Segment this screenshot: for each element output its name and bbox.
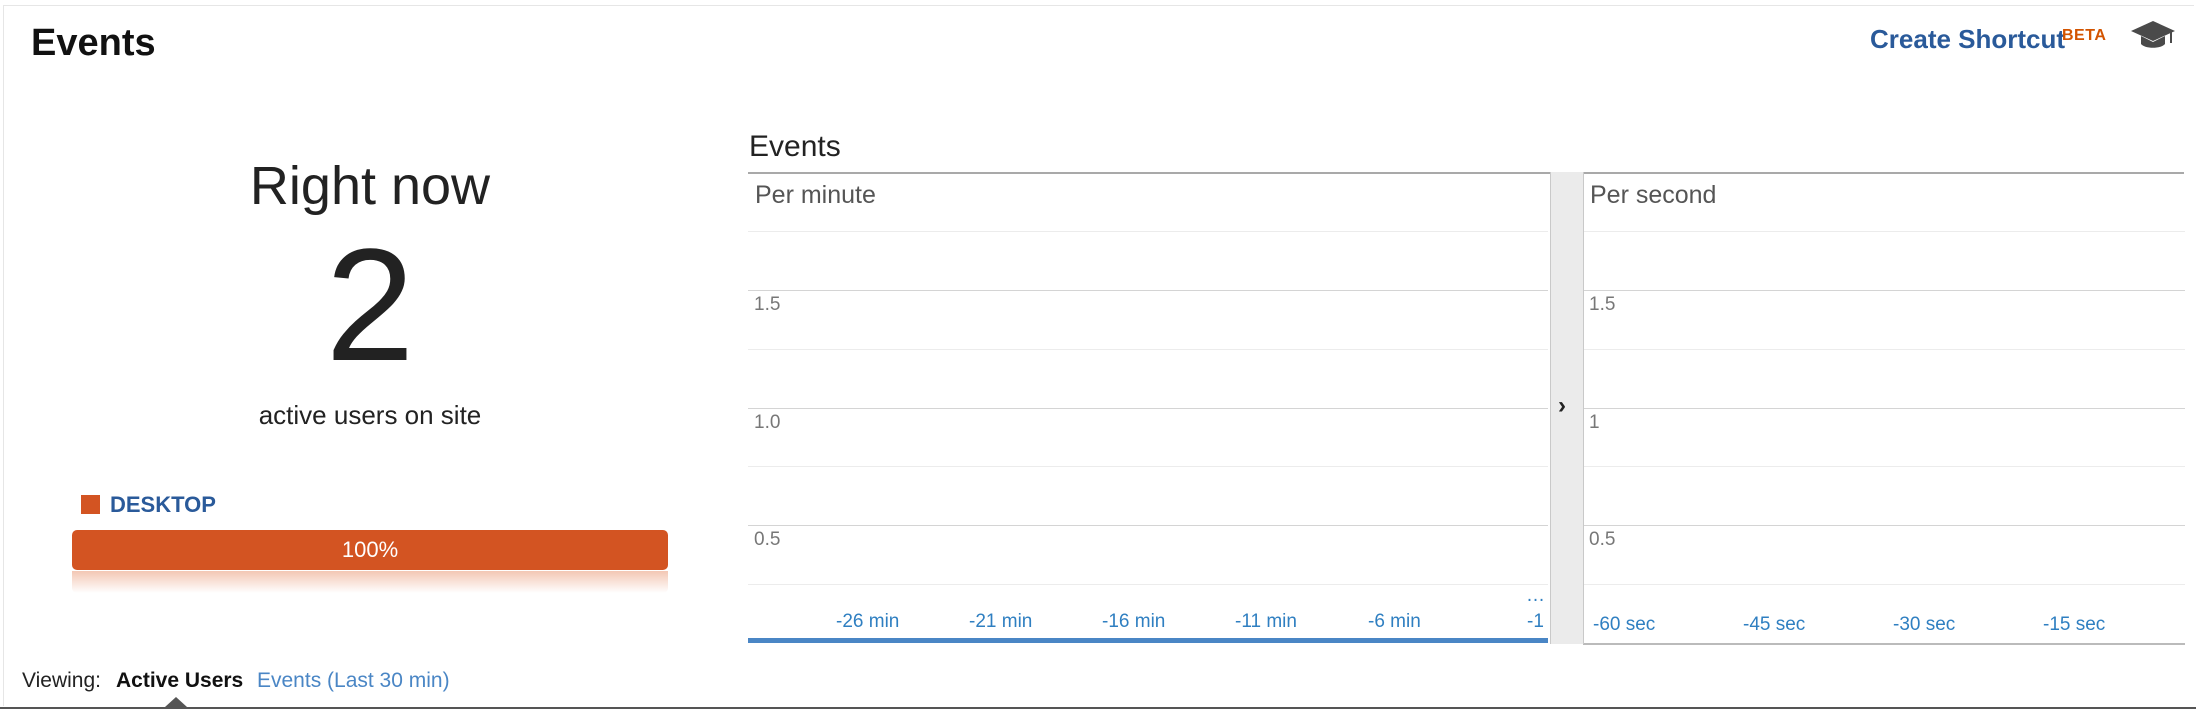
y-tick-label: 1.0 [754, 412, 781, 433]
gridline [748, 290, 1548, 291]
gridline [1583, 231, 2185, 232]
x-tick-label: -30 sec [1893, 614, 1956, 635]
per-second-baseline [1583, 643, 2185, 645]
tab-events-last-30-min[interactable]: Events (Last 30 min) [257, 669, 450, 693]
per-minute-baseline [748, 638, 1548, 643]
gridline [748, 466, 1548, 467]
x-tick-label: -11 min [1235, 611, 1297, 632]
per-second-toggle[interactable]: › [1550, 172, 1584, 644]
gridline [748, 584, 1548, 585]
page-title: Events [31, 22, 156, 64]
graduation-cap-icon[interactable] [2130, 18, 2176, 52]
desktop-share-bar-reflection [72, 571, 668, 593]
gridline [1583, 584, 2185, 585]
gridline [748, 349, 1548, 350]
gridline [1583, 349, 2185, 350]
x-tick-label: -1 [1527, 611, 1544, 632]
x-tick-label: -6 min [1368, 611, 1421, 632]
gridline [748, 408, 1548, 409]
create-shortcut-link[interactable]: Create Shortcut [1870, 24, 2065, 55]
desktop-legend-label[interactable]: DESKTOP [110, 492, 216, 518]
y-tick-label: 1 [1589, 412, 1600, 433]
tab-active-users[interactable]: Active Users [116, 669, 243, 693]
chart-top-rule [748, 172, 2184, 174]
x-tick-label: -16 min [1102, 611, 1166, 632]
right-now-heading: Right now [249, 156, 491, 216]
x-tick-label: -15 sec [2043, 614, 2106, 635]
per-minute-label: Per minute [755, 181, 876, 209]
x-tick-label: -21 min [969, 611, 1033, 632]
y-tick-label: 0.5 [1589, 529, 1616, 550]
x-tick-label: -60 sec [1593, 614, 1656, 635]
gridline [1583, 525, 2185, 526]
chart-title: Events [749, 130, 841, 163]
gridline [748, 231, 1548, 232]
active-users-count: 2 [325, 215, 415, 394]
tab-underline [0, 707, 2196, 709]
gridline [1583, 290, 2185, 291]
x-tick-label: -45 sec [1743, 614, 1806, 635]
chevron-right-icon: › [1558, 392, 1566, 419]
per-second-label: Per second [1590, 181, 1717, 209]
y-tick-label: 0.5 [754, 529, 781, 550]
active-tab-caret [165, 697, 187, 707]
active-users-subtitle: active users on site [258, 400, 482, 430]
gridline [748, 525, 1548, 526]
y-tick-label: 1.5 [1589, 294, 1616, 315]
x-tick-label: -26 min [836, 611, 900, 632]
gridline [1583, 408, 2185, 409]
gridline [1583, 466, 2185, 467]
desktop-share-bar: 100% [72, 530, 668, 570]
y-tick-label: 1.5 [754, 294, 781, 315]
viewing-label: Viewing: [22, 669, 101, 692]
x-tick-overflow-marker: … [1526, 585, 1545, 606]
desktop-legend-swatch [81, 495, 100, 514]
beta-badge: BETA [2062, 27, 2107, 44]
